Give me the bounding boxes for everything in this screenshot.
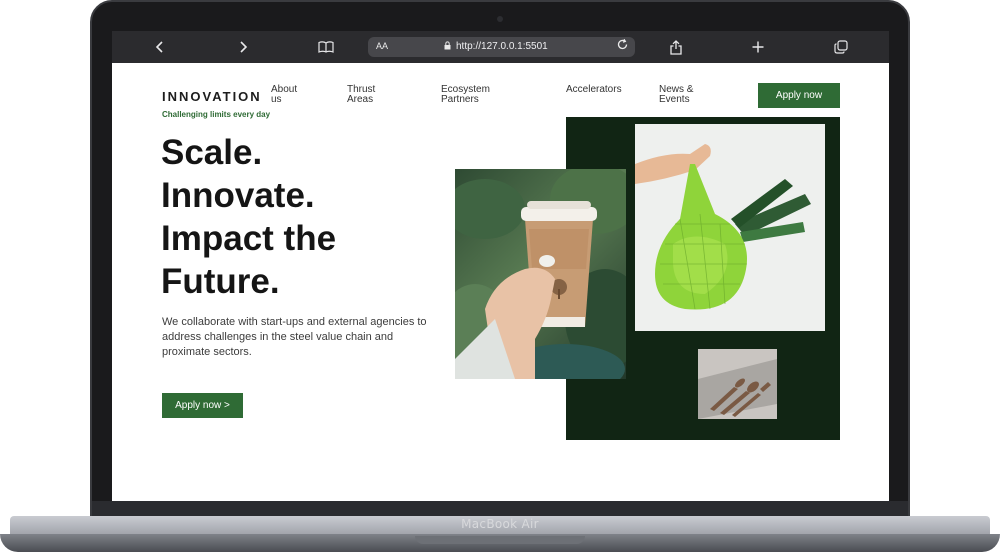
chevron-left-icon[interactable]	[146, 31, 174, 63]
share-icon[interactable]	[662, 31, 690, 63]
lock-icon	[444, 41, 451, 52]
headline-line: Future.	[161, 262, 280, 301]
camera-icon	[497, 16, 503, 22]
reload-icon[interactable]	[616, 38, 629, 54]
address-bar[interactable]: AA http://127.0.0.1:5501	[368, 37, 635, 57]
headline-line: Innovate.	[161, 176, 315, 215]
nav-item-about[interactable]: About us	[271, 85, 331, 105]
site-header: INNOVATION About us Thrust Areas Ecosyst…	[112, 63, 889, 115]
headline-line: Impact the	[161, 219, 337, 258]
model-label: MacBook Air	[461, 517, 539, 531]
plus-icon[interactable]	[744, 31, 772, 63]
mesh-bag-photo	[635, 124, 825, 331]
browser-toolbar: AA http://127.0.0.1:5501	[112, 31, 889, 63]
nav-item-news-events[interactable]: News & Events	[659, 85, 719, 105]
wooden-cutlery-photo	[698, 349, 777, 419]
coffee-cup-photo	[455, 169, 626, 379]
apply-now-hero-button[interactable]: Apply now >	[162, 393, 243, 418]
book-icon[interactable]	[312, 31, 340, 63]
tabs-icon[interactable]	[827, 31, 855, 63]
site-logo[interactable]: INNOVATION	[162, 89, 262, 104]
url-text: http://127.0.0.1:5501	[456, 41, 548, 52]
nav-item-accelerators[interactable]: Accelerators	[566, 85, 636, 95]
hero-description: We collaborate with start-ups and extern…	[162, 316, 427, 358]
headline-line: Scale.	[161, 133, 263, 172]
nav-item-ecosystem-partners[interactable]: Ecosystem Partners	[441, 85, 501, 105]
text-size-button[interactable]: AA	[376, 41, 388, 51]
nav-item-thrust-areas[interactable]: Thrust Areas	[347, 85, 407, 105]
apply-now-nav-button[interactable]: Apply now	[758, 83, 840, 108]
screen: AA http://127.0.0.1:5501 INNOVATION Abou…	[112, 31, 889, 501]
hero-headline: Scale. Innovate. Impact the Future.	[161, 131, 451, 303]
chevron-right-icon[interactable]	[229, 31, 257, 63]
hero-tagline: Challenging limits every day	[162, 110, 271, 119]
laptop-frame: MacBook Air AA http://127.0.0.1:5501 INN…	[0, 0, 1000, 556]
